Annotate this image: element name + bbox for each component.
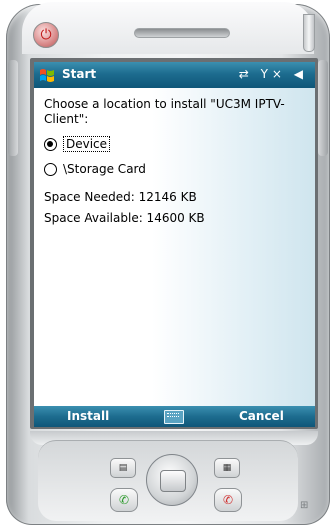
stylus [303,14,315,52]
windows-flag-icon[interactable] [38,66,56,84]
side-rail-right [318,60,328,156]
install-dialog: Choose a location to install "UC3M IPTV-… [34,88,315,406]
windows-logo-icon: ⊞ [300,500,309,511]
option-device-label[interactable]: Device [63,136,111,152]
install-softkey[interactable]: Install [67,409,109,423]
title-bar: Start ⇄ Y× ◀ [34,62,315,88]
keypad-icon: ▦ [222,463,232,473]
end-call-button[interactable]: ✆ [214,488,242,512]
space-needed: Space Needed: 12146 KB [44,190,197,204]
side-rail-left [8,60,18,156]
phone-green-icon: ✆ [118,493,130,507]
install-prompt: Choose a location to install "UC3M IPTV-… [44,97,285,126]
right-softkey-button[interactable]: ▦ [214,458,240,478]
speaker-grille [134,28,230,38]
power-button[interactable]: ⏻ [33,22,59,48]
option-device[interactable]: Device [44,136,111,152]
space-available: Space Available: 14600 KB [44,211,205,225]
option-storage-card[interactable]: \Storage Card [44,162,146,176]
device-screen: Start ⇄ Y× ◀ Choose a location to instal… [34,62,315,427]
cancel-softkey[interactable]: Cancel [239,409,284,423]
call-button[interactable]: ✆ [110,488,138,512]
softkey-bar: Install Cancel [34,406,315,427]
left-softkey-button[interactable]: ▤ [110,458,136,478]
option-storage-card-label[interactable]: \Storage Card [63,162,146,176]
calendar-icon: ▤ [118,463,128,473]
status-icons[interactable]: ⇄ Y× ◀ [239,67,307,81]
phone-red-icon: ✆ [222,493,234,507]
keyboard-icon[interactable] [164,410,184,424]
start-menu-label[interactable]: Start [62,67,96,81]
power-icon: ⏻ [40,27,52,43]
radio-device[interactable] [44,137,57,151]
dpad-center-button[interactable] [160,470,186,492]
radio-storage-card[interactable] [44,162,57,176]
